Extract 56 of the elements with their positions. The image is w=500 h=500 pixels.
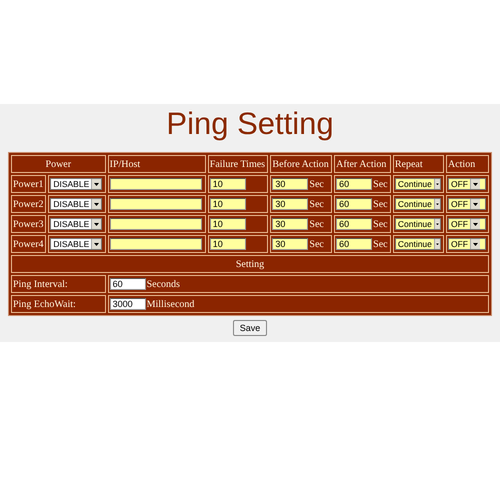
save-button[interactable]: Save <box>232 320 268 336</box>
dropdown[interactable]: DISABLE <box>50 178 102 190</box>
unit-label: Sec <box>309 238 324 250</box>
unit-label: Seconds <box>146 278 180 290</box>
failure-times-field[interactable]: 10 <box>210 238 246 250</box>
before-action-field[interactable]: 30 <box>272 218 308 230</box>
row-label: Power4 <box>11 235 46 253</box>
ip-host-field[interactable] <box>110 238 202 250</box>
before-action-field[interactable]: 30 <box>272 178 308 190</box>
unit-label: Sec <box>309 198 324 210</box>
dropdown[interactable]: Continue <box>394 198 441 210</box>
after-action-field[interactable]: 60 <box>336 178 372 190</box>
unit-label: Sec <box>373 198 388 210</box>
column-header: Action <box>446 155 489 173</box>
dropdown[interactable]: OFF <box>448 238 486 250</box>
unit-label: Sec <box>309 218 324 230</box>
failure-times-field[interactable]: 10 <box>210 198 246 210</box>
column-header: Power <box>11 155 106 173</box>
row-label: Power2 <box>11 195 46 213</box>
column-header: After Action <box>334 155 391 173</box>
ip-host-field[interactable] <box>110 218 202 230</box>
dropdown[interactable]: DISABLE <box>50 238 102 250</box>
row-label: Power3 <box>11 215 46 233</box>
unit-label: Sec <box>309 178 324 190</box>
setting-label: Ping Interval: <box>11 275 106 293</box>
column-header: Repeat <box>392 155 444 173</box>
unit-label: Sec <box>373 178 388 190</box>
dropdown[interactable]: DISABLE <box>50 218 102 230</box>
dropdown[interactable]: DISABLE <box>50 198 102 210</box>
ip-host-field[interactable] <box>110 198 202 210</box>
ip-host-field[interactable] <box>110 178 202 190</box>
row-label: Power1 <box>11 175 46 193</box>
column-header: Failure Times <box>208 155 268 173</box>
setting-label: Ping EchoWait: <box>11 295 106 313</box>
failure-times-field[interactable]: 10 <box>210 218 246 230</box>
dropdown[interactable]: Continue <box>394 178 441 190</box>
section-header: Setting <box>11 255 489 273</box>
unit-label: Sec <box>373 218 388 230</box>
after-action-field[interactable]: 60 <box>336 218 372 230</box>
column-header: IP/Host <box>108 155 206 173</box>
unit-label: Millisecond <box>146 298 194 310</box>
dropdown[interactable]: Continue <box>394 238 441 250</box>
page-title: Ping Setting <box>165 105 335 143</box>
after-action-field[interactable]: 60 <box>336 198 372 210</box>
dropdown[interactable]: OFF <box>448 178 486 190</box>
dropdown[interactable]: Continue <box>394 218 441 230</box>
column-header: Before Action <box>270 155 332 173</box>
failure-times-field[interactable]: 10 <box>210 178 246 190</box>
dropdown[interactable]: OFF <box>448 198 486 210</box>
unit-label: Sec <box>373 238 388 250</box>
setting-field[interactable]: 60 <box>110 278 146 290</box>
before-action-field[interactable]: 30 <box>272 198 308 210</box>
after-action-field[interactable]: 60 <box>336 238 372 250</box>
setting-field[interactable]: 3000 <box>110 298 146 310</box>
before-action-field[interactable]: 30 <box>272 238 308 250</box>
dropdown[interactable]: OFF <box>448 218 486 230</box>
